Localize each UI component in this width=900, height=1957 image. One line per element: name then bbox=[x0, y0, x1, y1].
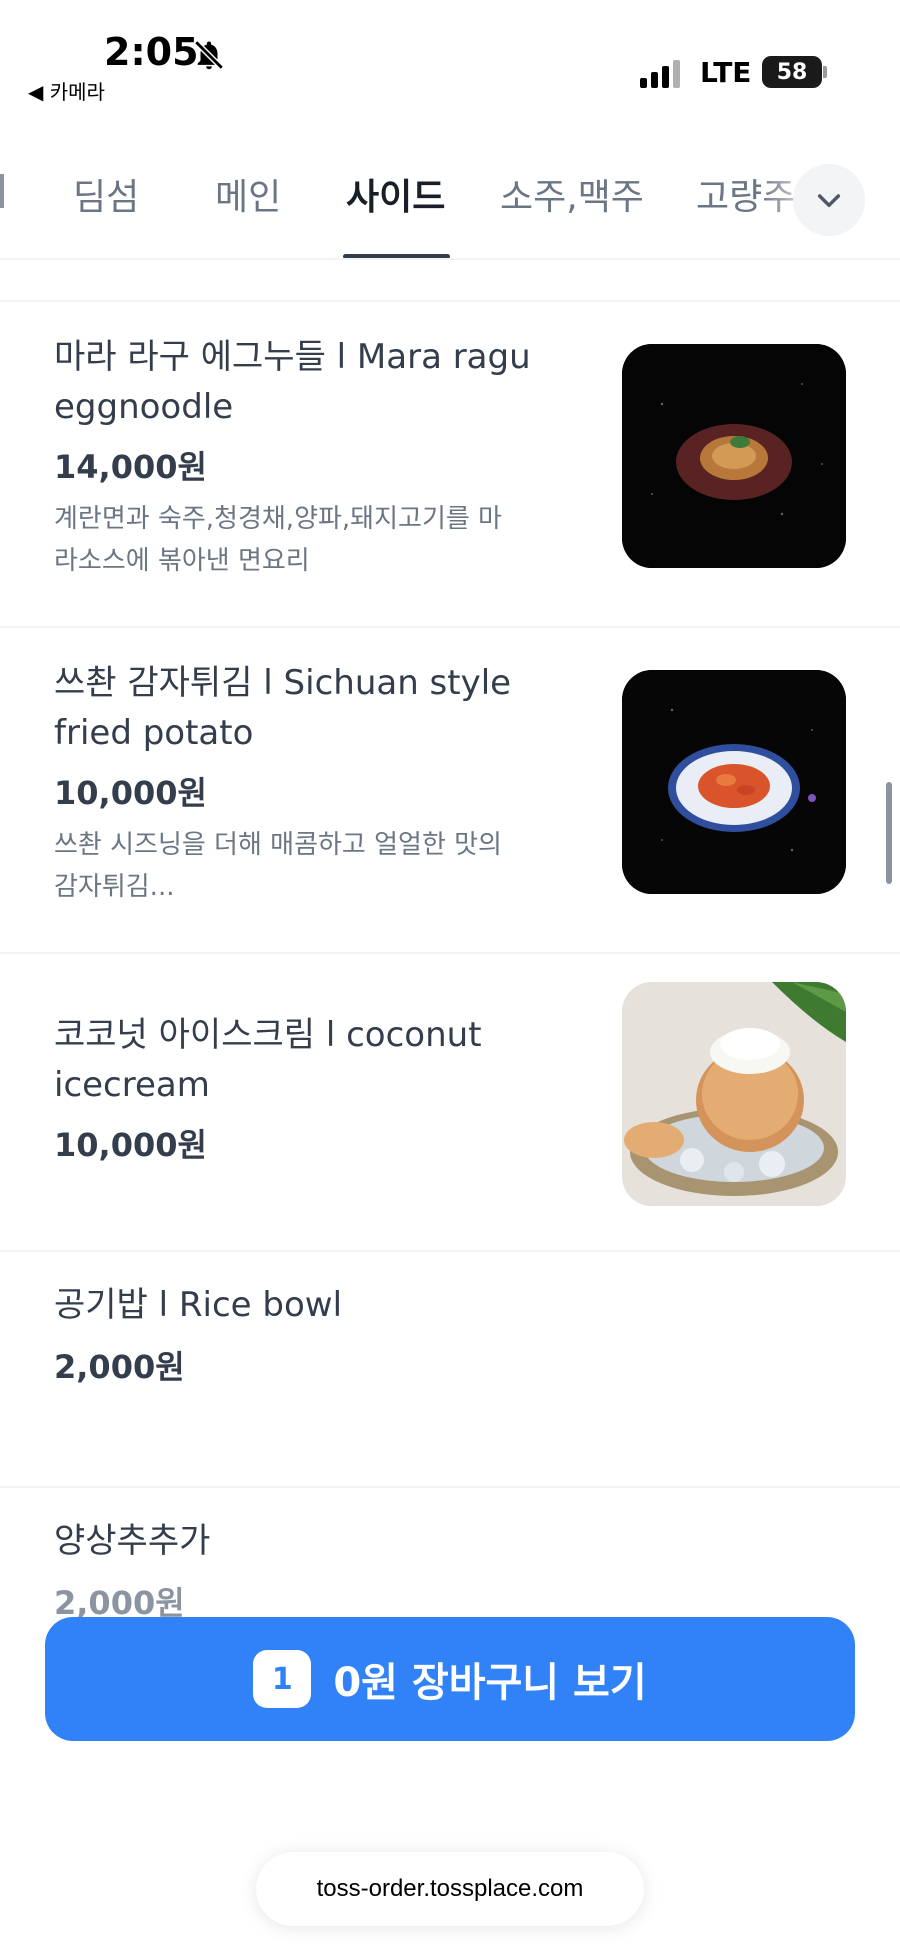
bell-off-icon bbox=[194, 40, 224, 70]
category-tabs: 딤섬 메인 사이드 소주,맥주 고량주 bbox=[0, 150, 900, 260]
fried-potato-image bbox=[622, 670, 846, 894]
menu-item[interactable]: 양상추추가 2,000원 bbox=[0, 1486, 900, 1626]
menu-item-price: 10,000원 bbox=[54, 1126, 207, 1164]
cart-count-badge: 1 bbox=[253, 1650, 312, 1708]
menu-item-name: 공기밥 l Rice bowl bbox=[54, 1285, 343, 1325]
menu-item-name: 쓰촨 감자튀김 l Sichuan style fried potato bbox=[54, 663, 512, 753]
battery-tip bbox=[823, 66, 827, 78]
chevron-down-icon bbox=[817, 194, 841, 208]
menu-item-photo bbox=[622, 982, 846, 1206]
menu-item-photo bbox=[622, 344, 846, 568]
network-type: LTE bbox=[700, 56, 752, 89]
menu-item-description: 계란면과 숙주,청경채,양파,돼지고기를 마라소스에 볶아낸 면요리 bbox=[54, 504, 502, 576]
menu-item-name: 마라 라구 에그누들 l Mara ragu eggnoodle bbox=[54, 337, 531, 427]
menu-item-price: 14,000원 bbox=[54, 448, 207, 486]
tab-side[interactable]: 사이드 bbox=[346, 168, 445, 220]
active-tab-indicator bbox=[343, 254, 450, 258]
scrollbar[interactable] bbox=[886, 782, 892, 884]
back-to-app-link[interactable]: ◀ 카메라 bbox=[28, 76, 105, 105]
tab-main[interactable]: 메인 bbox=[215, 168, 281, 220]
menu-item-name: 양상추추가 bbox=[54, 1521, 211, 1561]
menu-item-photo bbox=[622, 670, 846, 894]
status-bar: 2:05 ◀ 카메라 LTE 58 bbox=[0, 0, 900, 110]
menu-item[interactable]: 코코넛 아이스크림 l coconut icecream 10,000원 bbox=[0, 952, 900, 1250]
menu-item-name: 코코넛 아이스크림 l coconut icecream bbox=[54, 1015, 482, 1105]
cellular-signal-icon bbox=[640, 60, 680, 88]
browser-url-bar[interactable]: toss-order.tossplace.com bbox=[256, 1852, 644, 1926]
view-cart-button[interactable]: 1 0원 장바구니 보기 bbox=[45, 1617, 855, 1741]
coconut-icecream-image bbox=[622, 982, 846, 1206]
menu-item-price: 2,000원 bbox=[54, 1348, 185, 1386]
battery-indicator: 58 bbox=[762, 56, 822, 88]
tab-soju-beer[interactable]: 소주,맥주 bbox=[500, 168, 644, 220]
tab-dimsum[interactable]: 딤섬 bbox=[73, 168, 139, 220]
tab-partial-edge bbox=[0, 174, 4, 208]
menu-item[interactable]: 마라 라구 에그누들 l Mara ragu eggnoodle 14,000원… bbox=[0, 300, 900, 626]
cart-button-label: 0원 장바구니 보기 bbox=[333, 1660, 647, 1706]
menu-item-price: 10,000원 bbox=[54, 774, 207, 812]
menu-item-description: 쓰촨 시즈닝을 더해 매콤하고 얼얼한 맛의 감자튀김... bbox=[54, 830, 502, 902]
menu-item[interactable]: 공기밥 l Rice bowl 2,000원 bbox=[0, 1250, 900, 1486]
status-time: 2:05 bbox=[104, 30, 199, 74]
menu-item[interactable]: 쓰촨 감자튀김 l Sichuan style fried potato 10,… bbox=[0, 626, 900, 952]
noodle-dish-image bbox=[622, 344, 846, 568]
expand-categories-button[interactable] bbox=[793, 164, 865, 236]
